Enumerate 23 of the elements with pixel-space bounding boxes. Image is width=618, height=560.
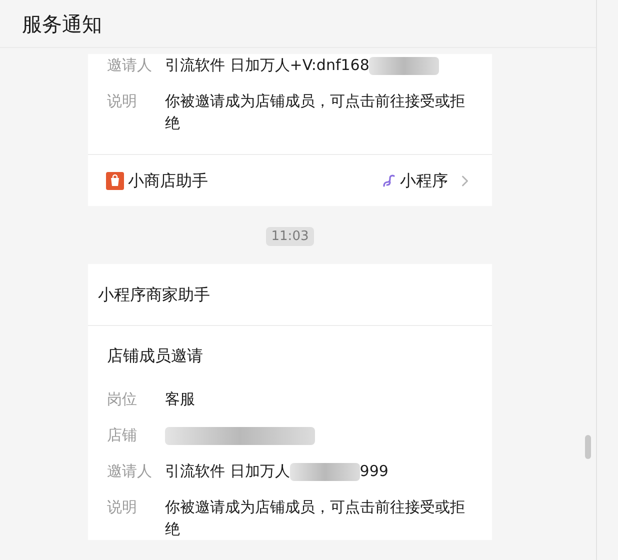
field-value: 你被邀请成为店铺成员，可点击前往接受或拒绝	[165, 498, 465, 538]
shop-icon	[106, 172, 124, 190]
field-value: 引流软件 日加万人	[165, 462, 290, 480]
field-label: 邀请人	[107, 55, 153, 76]
field-value: 引流软件 日加万人+V:dnf168	[165, 56, 370, 74]
field-value: 999	[360, 462, 388, 480]
field-label: 邀请人	[107, 461, 153, 482]
field-label: 岗位	[107, 389, 138, 410]
field-label: 店铺	[107, 425, 138, 446]
field-label: 说明	[107, 91, 138, 112]
mini-program-label[interactable]: 小程序	[400, 168, 448, 192]
blurred-text	[369, 56, 440, 75]
timestamp: 11:03	[266, 227, 314, 246]
field-label: 说明	[107, 497, 138, 518]
field-value: 你被邀请成为店铺成员，可点击前往接受或拒绝	[165, 92, 465, 132]
link-icon	[382, 174, 396, 188]
blurred-text	[290, 462, 360, 481]
field-value: 客服	[165, 390, 195, 408]
card-title: 店铺成员邀请	[107, 346, 203, 365]
window-title: 服务通知	[22, 10, 102, 38]
app-name[interactable]: 小商店助手	[128, 168, 208, 192]
sender-name: 小程序商家助手	[98, 284, 210, 306]
scrollbar-thumb[interactable]	[585, 435, 591, 459]
